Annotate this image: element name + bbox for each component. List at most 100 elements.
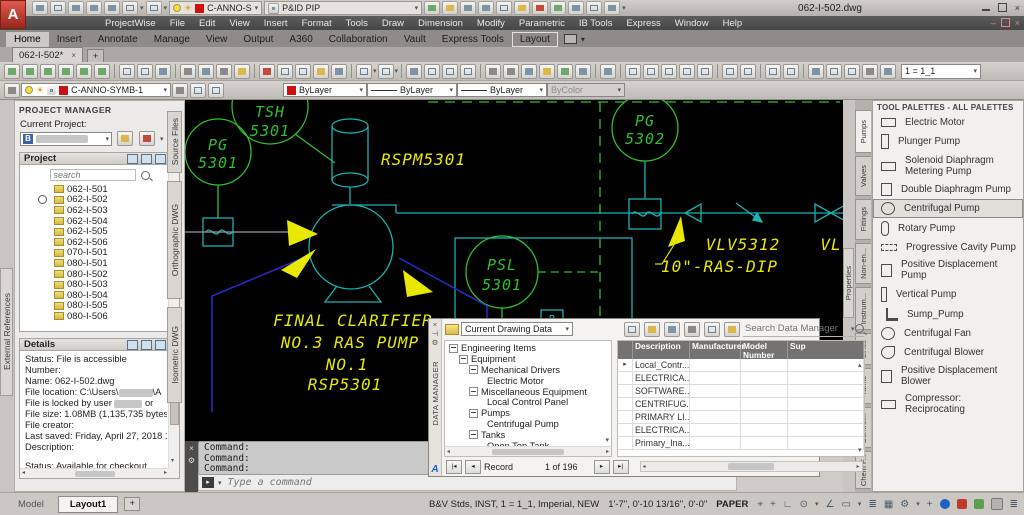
pan-icon[interactable] bbox=[406, 64, 422, 79]
annotation-monitor-icon[interactable]: + bbox=[927, 499, 933, 510]
properties-palette-icon[interactable] bbox=[478, 1, 494, 15]
paper-space-toggle[interactable]: PAPER bbox=[716, 499, 748, 510]
sheet-set-icon[interactable] bbox=[460, 1, 476, 15]
tab-layout[interactable]: Layout bbox=[512, 32, 558, 47]
project-file-row[interactable]: 062-I-505 bbox=[20, 226, 179, 237]
restore-icon[interactable] bbox=[998, 3, 1007, 12]
osnap-dropdown-icon[interactable]: ▾ bbox=[858, 500, 862, 508]
named-views-icon[interactable] bbox=[722, 64, 738, 79]
tab-view[interactable]: View bbox=[198, 32, 236, 47]
scrollbar-thumb[interactable] bbox=[75, 471, 115, 477]
tree-node[interactable]: Equipment bbox=[447, 354, 611, 365]
orthographic-dwg-tab[interactable]: Orthographic DWG bbox=[167, 181, 182, 299]
pw-open-icon[interactable] bbox=[4, 64, 20, 79]
transfer-icon[interactable] bbox=[424, 1, 440, 15]
scroll-up-icon[interactable]: ▴ bbox=[858, 361, 862, 369]
details-preview-icon[interactable] bbox=[141, 340, 152, 350]
project-web-icon[interactable] bbox=[139, 131, 155, 146]
tab-express-tools[interactable]: Express Tools bbox=[434, 32, 512, 47]
clean-screen-icon[interactable] bbox=[991, 498, 1003, 510]
palette-item-rotary-pump[interactable]: Rotary Pump bbox=[873, 218, 1023, 239]
palette-item-centrifugal-blower[interactable]: Centrifugal Blower bbox=[873, 343, 1023, 362]
details-both-icon[interactable] bbox=[155, 340, 166, 350]
design-center-icon[interactable] bbox=[503, 64, 519, 79]
source-files-tab[interactable]: Source Files bbox=[167, 111, 182, 173]
psl-num-text[interactable]: 5301 bbox=[482, 276, 522, 294]
help-icon[interactable] bbox=[604, 1, 620, 15]
print-report-icon[interactable] bbox=[724, 322, 740, 337]
details-section-header[interactable]: Details ▴ bbox=[19, 338, 180, 351]
wrench-icon[interactable]: ⚙ bbox=[188, 456, 195, 465]
gear-icon[interactable]: ⚙ bbox=[432, 338, 439, 347]
search-icon[interactable] bbox=[141, 171, 150, 180]
grid-row[interactable]: ELECTRICA... bbox=[618, 424, 864, 437]
pw-refresh-icon[interactable] bbox=[76, 64, 92, 79]
scroll-right-icon[interactable]: ▸ bbox=[606, 448, 609, 455]
dwf-icon[interactable] bbox=[532, 1, 548, 15]
tsh-tag-text[interactable]: TSH bbox=[255, 103, 285, 121]
menu-view[interactable]: View bbox=[222, 18, 256, 29]
menu-format[interactable]: Format bbox=[295, 18, 339, 29]
layer-combo[interactable]: ☀ C-ANNO-SYMB-1 ▾ bbox=[21, 83, 171, 97]
tree-node[interactable]: Tanks bbox=[447, 429, 611, 440]
pw-checkout-icon[interactable] bbox=[58, 64, 74, 79]
sheetset-icon[interactable] bbox=[539, 64, 555, 79]
close-icon[interactable]: × bbox=[189, 444, 194, 453]
first-record-button[interactable]: |◂ bbox=[446, 460, 462, 474]
scroll-left-icon[interactable]: ◂ bbox=[22, 468, 25, 478]
menu-insert[interactable]: Insert bbox=[257, 18, 295, 29]
pg2-num-text[interactable]: 5302 bbox=[625, 130, 665, 148]
isometric-dwg-tab[interactable]: Isometric DWG bbox=[167, 307, 182, 403]
properties-icon[interactable] bbox=[485, 64, 501, 79]
tree-node[interactable]: Engineering Items bbox=[447, 343, 611, 354]
valve-tag-text-2[interactable]: VL bbox=[820, 235, 841, 254]
import-data-icon[interactable] bbox=[644, 322, 660, 337]
zoom-object-icon[interactable] bbox=[643, 64, 659, 79]
undo-icon[interactable] bbox=[122, 1, 138, 15]
workspace-dropdown-icon[interactable]: ▾ bbox=[916, 500, 920, 508]
workspace-gear-icon[interactable]: ⚙ bbox=[900, 499, 909, 510]
annotation-scale-profile[interactable]: B&V Stds, INST, 1 = 1_1, Imperial, NEW bbox=[429, 499, 599, 510]
column-description[interactable]: Description bbox=[633, 341, 690, 359]
copy-drawing-icon[interactable] bbox=[141, 154, 152, 164]
grid-hscrollbar[interactable]: ◂ ▸ bbox=[640, 461, 863, 472]
layer-previous-icon[interactable] bbox=[190, 83, 206, 98]
tree-node[interactable]: Mechanical Drivers bbox=[447, 365, 611, 376]
viewport-poly-icon[interactable] bbox=[844, 64, 860, 79]
zoom-window-icon[interactable] bbox=[442, 64, 458, 79]
tab-manage[interactable]: Manage bbox=[146, 32, 198, 47]
palette-tab-non-eng[interactable]: Non-en... bbox=[855, 243, 871, 284]
data-manager-search-input[interactable] bbox=[743, 322, 851, 335]
make-layer-current-icon[interactable] bbox=[172, 83, 188, 98]
menu-ib-tools[interactable]: IB Tools bbox=[572, 18, 620, 29]
doc-close-icon[interactable]: × bbox=[1015, 18, 1020, 28]
tool-palette-icon[interactable] bbox=[521, 64, 537, 79]
tree-leaf[interactable]: Electric Motor bbox=[447, 375, 611, 386]
pg1-tag-text[interactable]: PG bbox=[208, 136, 228, 154]
flow-arrow[interactable] bbox=[287, 220, 318, 246]
new-icon[interactable] bbox=[119, 64, 135, 79]
palette-item-sump-pump[interactable]: Sump_Pump bbox=[873, 305, 1023, 324]
palette-item-plunger-pump[interactable]: Plunger Pump bbox=[873, 131, 1023, 152]
copy-icon[interactable] bbox=[277, 64, 293, 79]
collapse-node-icon[interactable] bbox=[469, 430, 478, 439]
centrifugal-pump-symbol[interactable] bbox=[309, 205, 393, 289]
column-manufacturer[interactable]: Manufacturer bbox=[690, 341, 741, 359]
pump-caption-line2[interactable]: NO.3 RAS PUMP bbox=[280, 333, 419, 352]
ortho-mode-icon[interactable]: ∟ bbox=[783, 499, 793, 510]
tab-collaboration[interactable]: Collaboration bbox=[321, 32, 396, 47]
qat-customize-icon[interactable]: ▾ bbox=[622, 4, 626, 12]
redo-icon[interactable] bbox=[378, 64, 394, 79]
project-search-input[interactable] bbox=[50, 169, 136, 181]
scroll-down-icon[interactable]: ▾ bbox=[171, 456, 174, 467]
ribbon-options-dropdown-icon[interactable]: ▾ bbox=[581, 35, 585, 44]
scroll-right-icon[interactable]: ▸ bbox=[164, 468, 167, 478]
project-file-row[interactable]: 062-I-504 bbox=[20, 216, 179, 227]
grid-row[interactable]: ELECTRICA... bbox=[618, 372, 864, 385]
menu-help[interactable]: Help bbox=[716, 18, 750, 29]
pw-free-icon[interactable] bbox=[94, 64, 110, 79]
pipe-line-label[interactable]: 10"-RAS-DIP bbox=[661, 257, 778, 276]
viewport-icon[interactable] bbox=[808, 64, 824, 79]
tree-node[interactable]: Pumps bbox=[447, 408, 611, 419]
lineweight-display-icon[interactable]: ▭ bbox=[841, 499, 850, 510]
